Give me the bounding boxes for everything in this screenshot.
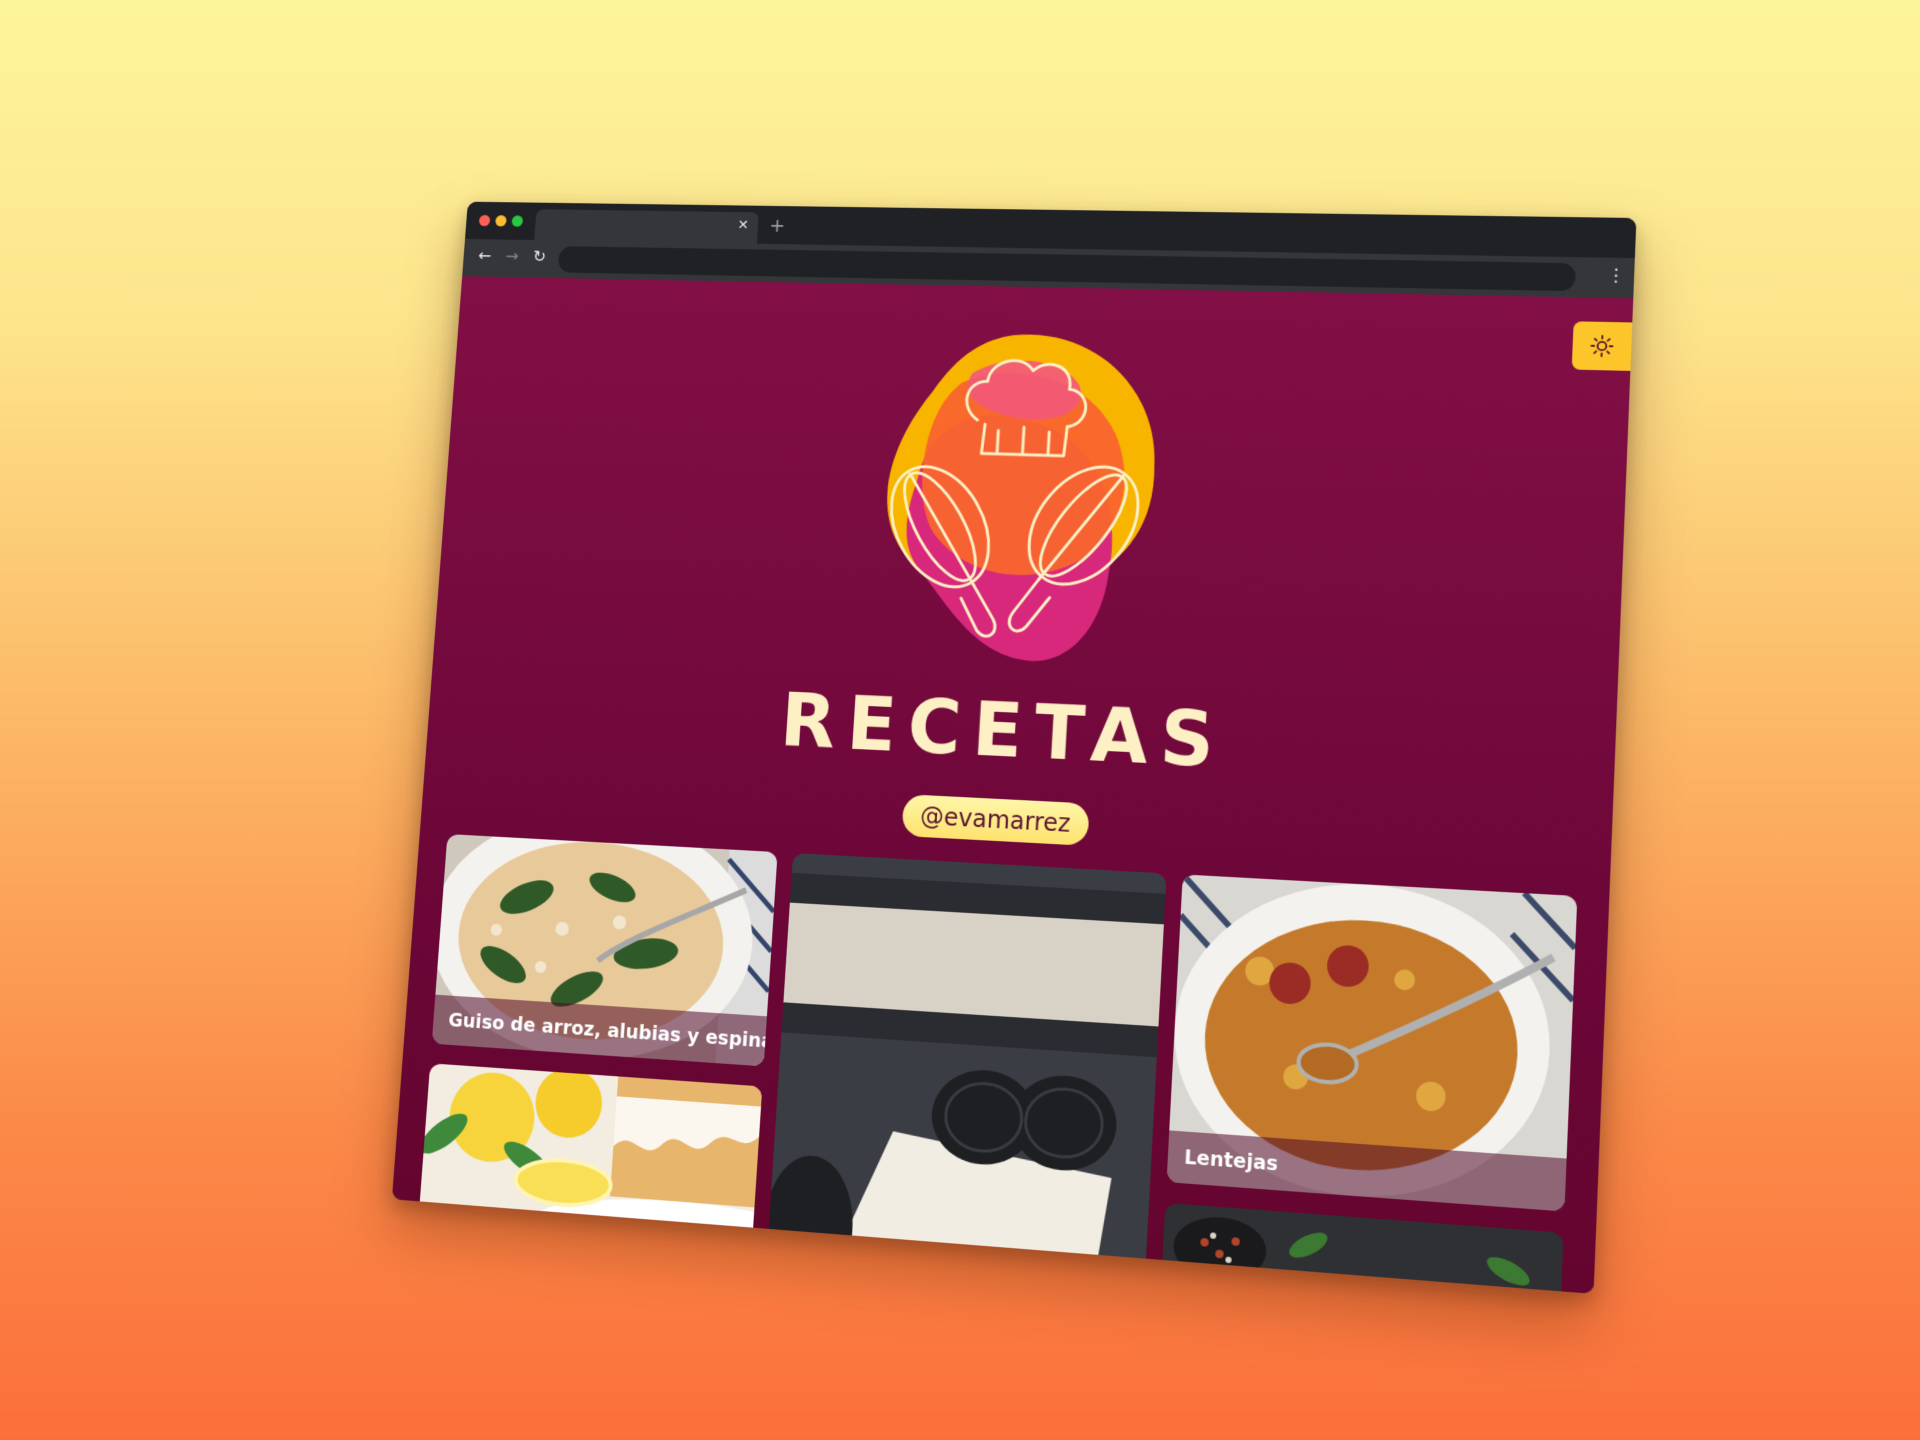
maximize-window-button[interactable] <box>511 215 523 226</box>
browser-tab[interactable]: ✕ <box>534 209 759 244</box>
back-icon[interactable]: ← <box>474 247 495 266</box>
author-handle-badge[interactable]: @evamarrez <box>901 794 1089 846</box>
forward-icon[interactable]: → <box>501 247 522 266</box>
recipe-card-guiso[interactable]: Guiso de arroz, alubias y espinacas <box>432 834 778 1066</box>
browser-window: ✕ + ← → ↻ ⋮ RECETAS @evamarrez Guiso de … <box>392 202 1637 1294</box>
recipe-photo-spices <box>1157 1203 1564 1294</box>
recipe-card-lentejas[interactable]: Lentejas <box>1167 874 1578 1211</box>
reload-icon[interactable]: ↻ <box>529 248 551 267</box>
recipe-card-lemon-cake[interactable] <box>412 1063 762 1294</box>
page-viewport: RECETAS @evamarrez Guiso de arroz, alubi… <box>392 276 1633 1294</box>
tab-close-icon[interactable]: ✕ <box>737 218 749 233</box>
kebab-menu-icon[interactable]: ⋮ <box>1607 266 1622 286</box>
recipe-photo-oreo-cheesecake <box>762 853 1166 1294</box>
minimize-window-button[interactable] <box>495 215 507 226</box>
recipe-card-oreo-cheesecake[interactable] <box>762 853 1166 1294</box>
recipe-card-spices[interactable] <box>1157 1203 1564 1294</box>
close-window-button[interactable] <box>479 215 491 226</box>
recipe-photo-lemon-cake <box>412 1063 762 1294</box>
new-tab-icon[interactable]: + <box>769 214 786 237</box>
page-title: RECETAS <box>427 669 1616 798</box>
chef-whisk-logo <box>847 313 1182 686</box>
sun-icon <box>1589 334 1615 359</box>
theme-toggle-button[interactable] <box>1572 321 1633 371</box>
